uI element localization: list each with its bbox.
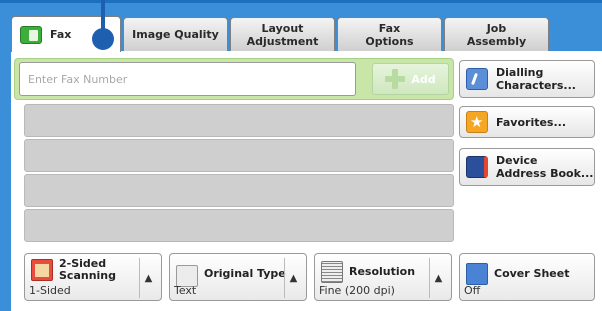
original-type-value: Text [174, 284, 197, 297]
resolution-button[interactable]: Resolution Fine (200 dpi) ▲ [314, 253, 452, 301]
cover-sheet-button[interactable]: Cover Sheet Off [459, 253, 595, 301]
list-item[interactable] [24, 139, 454, 172]
pen-icon [466, 68, 488, 90]
tab-image-quality[interactable]: Image Quality [123, 17, 228, 51]
tab-job-assembly-label: Job Assembly [466, 21, 527, 48]
tab-image-quality-label: Image Quality [132, 28, 219, 41]
two-sided-icon [31, 259, 53, 281]
resolution-title: Resolution [349, 265, 416, 278]
dialling-characters-label: Dialling Characters... [496, 66, 576, 92]
cover-sheet-value: Off [464, 284, 481, 297]
cover-sheet-icon [466, 263, 488, 285]
tab-fax-options-label: Fax Options [365, 21, 414, 48]
fax-entry-area: Add [14, 58, 454, 100]
tab-job-assembly[interactable]: Job Assembly [444, 17, 549, 51]
dialling-characters-button[interactable]: Dialling Characters... [459, 60, 595, 98]
add-button[interactable]: Add [372, 63, 449, 95]
cover-sheet-title: Cover Sheet [494, 267, 570, 280]
tab-layout-adjustment-label: Layout Adjustment [246, 21, 319, 48]
star-icon [466, 111, 488, 133]
device-address-book-button[interactable]: Device Address Book... [459, 148, 595, 186]
two-sided-up-arrow-icon[interactable]: ▲ [139, 258, 157, 298]
original-type-title: Original Type [204, 267, 286, 280]
plus-icon [385, 69, 406, 89]
list-item[interactable] [24, 174, 454, 207]
two-sided-title: 2-Sided Scanning [59, 257, 117, 282]
two-sided-scanning-button[interactable]: 2-Sided Scanning 1-Sided ▲ [24, 253, 162, 301]
original-type-button[interactable]: Original Type Text ▲ [169, 253, 307, 301]
recipient-list [24, 104, 454, 242]
tab-fax-options[interactable]: Fax Options [337, 17, 442, 51]
original-type-up-arrow-icon[interactable]: ▲ [284, 258, 302, 298]
pointer-dot [92, 28, 114, 50]
resolution-grid-icon [321, 261, 343, 283]
tab-layout-adjustment[interactable]: Layout Adjustment [230, 17, 335, 51]
resolution-value: Fine (200 dpi) [319, 284, 395, 297]
add-button-label: Add [411, 72, 436, 86]
address-book-icon [466, 156, 488, 178]
resolution-up-arrow-icon[interactable]: ▲ [429, 258, 447, 298]
list-item[interactable] [24, 104, 454, 137]
tab-fax-label: Fax [50, 28, 72, 41]
favorites-button[interactable]: Favorites... [459, 106, 595, 138]
two-sided-value: 1-Sided [29, 284, 71, 297]
device-address-book-label: Device Address Book... [496, 154, 594, 180]
favorites-label: Favorites... [496, 115, 567, 129]
list-item[interactable] [24, 209, 454, 242]
fax-icon [20, 25, 42, 44]
fax-number-input[interactable] [19, 62, 356, 96]
